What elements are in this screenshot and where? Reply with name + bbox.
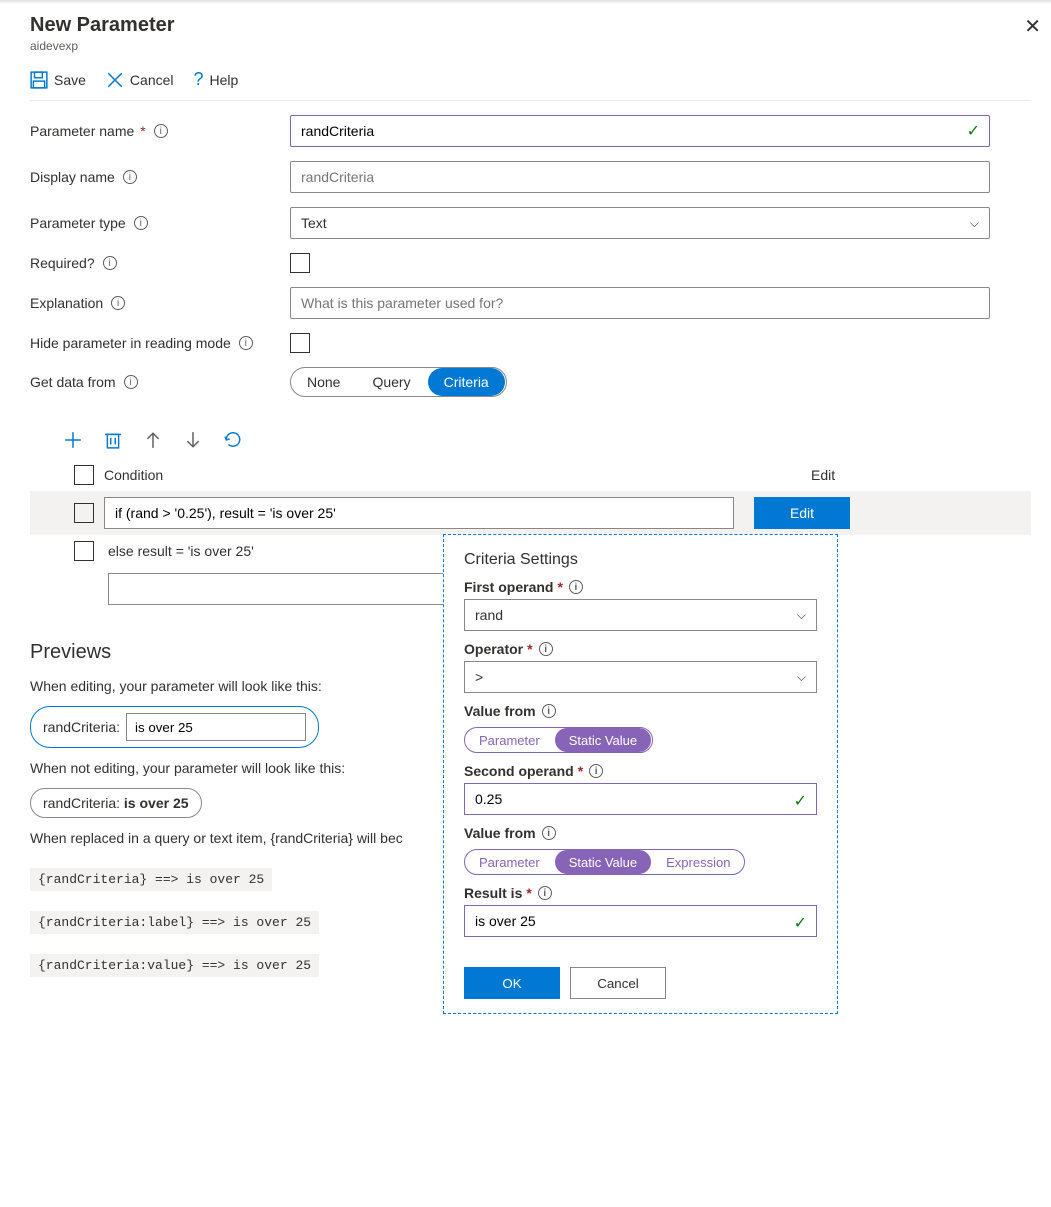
row-checkbox[interactable] (74, 541, 94, 561)
help-label: Help (210, 72, 239, 88)
cancel-icon (106, 71, 124, 89)
param-name-input[interactable] (290, 115, 990, 147)
col-condition-header: Condition (104, 467, 811, 483)
vf-static-2[interactable]: Static Value (555, 850, 651, 874)
edit-button[interactable]: Edit (754, 497, 850, 529)
second-operand-label: Second operand*i (464, 763, 817, 779)
refresh-icon[interactable] (224, 431, 242, 449)
seg-none[interactable]: None (291, 368, 356, 396)
param-type-label: Parameter typei (30, 215, 290, 231)
info-icon[interactable]: i (542, 826, 556, 840)
info-icon[interactable]: i (111, 296, 125, 310)
move-down-icon[interactable] (184, 431, 202, 449)
first-operand-label: First operand*i (464, 579, 817, 595)
condition-input[interactable] (104, 497, 734, 529)
static-value: is over 25 (124, 795, 189, 811)
hide-checkbox[interactable] (290, 333, 310, 353)
cancel-label: Cancel (130, 72, 174, 88)
value-from-label-1: Value fromi (464, 703, 817, 719)
seg-query[interactable]: Query (356, 368, 426, 396)
page-subtitle: aidevexp (30, 39, 1031, 53)
help-button[interactable]: ? Help (194, 69, 239, 90)
info-icon[interactable]: i (134, 216, 148, 230)
info-icon[interactable]: i (239, 336, 253, 350)
required-label: Required?i (30, 255, 290, 271)
seg-criteria[interactable]: Criteria (428, 368, 505, 396)
add-icon[interactable] (64, 431, 82, 449)
vf-parameter[interactable]: Parameter (465, 728, 554, 752)
move-up-icon[interactable] (144, 431, 162, 449)
required-checkbox[interactable] (290, 253, 310, 273)
info-icon[interactable]: i (542, 704, 556, 718)
ok-button[interactable]: OK (464, 967, 560, 999)
display-name-input[interactable] (290, 161, 990, 193)
check-icon: ✓ (967, 121, 980, 141)
criteria-row-1: Edit (30, 491, 1031, 535)
second-operand-input[interactable] (464, 783, 817, 815)
cancel-button[interactable]: Cancel (106, 69, 174, 90)
check-icon: ✓ (794, 791, 807, 811)
value-from-label-2: Value fromi (464, 825, 817, 841)
page-title: New Parameter (30, 14, 1031, 37)
save-icon (30, 71, 48, 89)
explanation-label: Explanationi (30, 295, 290, 311)
get-data-label: Get data fromi (30, 374, 290, 390)
result-label: Result is*i (464, 885, 817, 901)
mono-line-3: {randCriteria:value} ==> is over 25 (30, 954, 319, 977)
info-icon[interactable]: i (589, 764, 603, 778)
param-name-label: Parameter name*i (30, 123, 290, 139)
chevron-down-icon: ⌵ (797, 670, 806, 685)
select-all-checkbox[interactable] (74, 465, 94, 485)
info-icon[interactable]: i (103, 256, 117, 270)
operator-select[interactable]: >⌵ (464, 661, 817, 693)
explanation-input[interactable] (290, 287, 990, 319)
mono-line-1: {randCriteria} ==> is over 25 (30, 868, 272, 891)
check-icon: ✓ (794, 913, 807, 933)
preview-pill-static: randCriteria: is over 25 (30, 788, 202, 818)
vf-static[interactable]: Static Value (555, 728, 651, 752)
display-name-label: Display namei (30, 169, 290, 185)
get-data-segmented: None Query Criteria (290, 367, 507, 397)
operator-label: Operator*i (464, 641, 817, 657)
result-input[interactable] (464, 905, 817, 937)
help-icon: ? (194, 69, 204, 90)
pill-label: randCriteria: (43, 719, 120, 735)
info-icon[interactable]: i (539, 642, 553, 656)
save-button[interactable]: Save (30, 69, 86, 90)
criteria-settings-popup: Criteria Settings First operand*i rand⌵ … (443, 534, 838, 1014)
value-from-segmented-1: Parameter Static Value (464, 727, 653, 753)
param-type-select[interactable]: Text ⌵ (290, 207, 990, 239)
cancel-popup-button[interactable]: Cancel (570, 967, 666, 999)
save-label: Save (54, 72, 86, 88)
hide-label: Hide parameter in reading modei (30, 335, 290, 351)
chevron-down-icon: ⌵ (970, 216, 979, 231)
mono-line-2: {randCriteria:label} ==> is over 25 (30, 911, 319, 934)
info-icon[interactable]: i (538, 886, 552, 900)
vf-expression[interactable]: Expression (652, 850, 744, 874)
close-icon[interactable]: ✕ (1024, 14, 1041, 39)
vf-parameter-2[interactable]: Parameter (465, 850, 554, 874)
static-label: randCriteria: (43, 795, 120, 811)
info-icon[interactable]: i (124, 375, 138, 389)
delete-icon[interactable] (104, 431, 122, 449)
preview-pill-editing: randCriteria: (30, 706, 319, 748)
value-from-segmented-2: Parameter Static Value Expression (464, 849, 745, 875)
popup-title: Criteria Settings (464, 551, 817, 569)
info-icon[interactable]: i (123, 170, 137, 184)
empty-condition-input[interactable] (108, 573, 448, 605)
first-operand-select[interactable]: rand⌵ (464, 599, 817, 631)
info-icon[interactable]: i (154, 124, 168, 138)
col-edit-header: Edit (811, 467, 1031, 483)
chevron-down-icon: ⌵ (797, 608, 806, 623)
row-checkbox[interactable] (74, 503, 94, 523)
info-icon[interactable]: i (569, 580, 583, 594)
pill-input[interactable] (126, 713, 306, 741)
